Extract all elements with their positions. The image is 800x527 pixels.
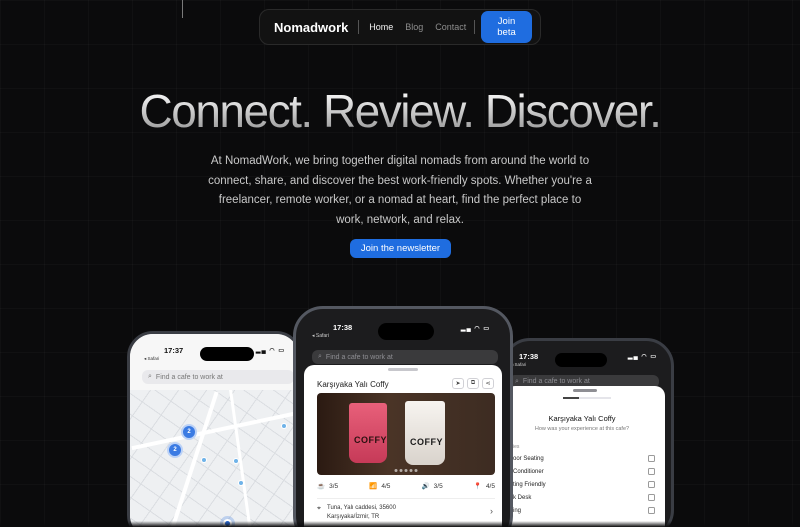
hero-description: At NomadWork, we bring together digital … bbox=[208, 155, 592, 226]
photo-pagination bbox=[394, 469, 418, 472]
search-icon: ⌕ bbox=[148, 373, 152, 380]
cup-white bbox=[405, 401, 445, 465]
cafe-ratings: ☕ 3/5 📶 4/5 🔊 3/5 📍 4/5 bbox=[317, 482, 495, 491]
cup-brand-label: COFFY bbox=[410, 437, 443, 447]
wifi-icon: 📶 bbox=[369, 483, 378, 490]
amenity-checkbox[interactable] bbox=[648, 494, 655, 501]
clock: 17:37 bbox=[164, 346, 184, 355]
phone-cafe-detail-mockup: 17:38 ▂▄ ◠ ▭ ◂ Safari ⌕ Find a cafe to w… bbox=[293, 306, 513, 527]
sound-icon: 🔊 bbox=[421, 483, 430, 490]
rating-noise: 🔊 3/5 bbox=[421, 482, 443, 491]
search-placeholder: Find a cafe to work at bbox=[325, 353, 393, 361]
map-pin-icon: ⌖ bbox=[317, 505, 321, 512]
search-placeholder: Find a cafe to work at bbox=[522, 378, 590, 385]
search-input[interactable]: ⌕ Find a cafe to work at bbox=[312, 350, 498, 364]
cup-red bbox=[349, 403, 387, 463]
cup-brand-label: COFFY bbox=[354, 435, 387, 445]
review-bottom-sheet: Karşıyaka Yalı Coffy How was your experi… bbox=[505, 386, 665, 527]
map-road bbox=[131, 409, 299, 451]
map-pin[interactable] bbox=[238, 480, 244, 486]
signal-icons: ▂▄ ◠ ▭ bbox=[627, 354, 657, 360]
nav-link-contact[interactable]: Contact bbox=[435, 22, 466, 32]
join-beta-button[interactable]: Join beta bbox=[481, 11, 532, 43]
amenity-row[interactable]: ting Friendly bbox=[513, 481, 655, 488]
back-to-safari-link[interactable]: ◂ Safari bbox=[144, 356, 159, 362]
top-navigation: Nomadwork Home Blog Contact Join beta bbox=[259, 9, 541, 45]
navigate-icon[interactable]: ➤ bbox=[452, 378, 464, 389]
join-newsletter-button[interactable]: Join the newsletter bbox=[350, 239, 451, 258]
nav-divider bbox=[358, 20, 360, 34]
amenity-row[interactable]: k Desk bbox=[513, 494, 655, 501]
search-input[interactable]: ⌕ Find a cafe to work at bbox=[142, 370, 294, 384]
cafe-address-row[interactable]: ⌖ Tuna, Yalı caddesi, 35600 Karşıyaka/İz… bbox=[317, 498, 495, 522]
amenity-checkbox[interactable] bbox=[648, 468, 655, 475]
rating-location: 📍 4/5 bbox=[473, 482, 495, 491]
clock: 17:38 bbox=[333, 323, 353, 332]
brand-logo[interactable]: Nomadwork bbox=[274, 20, 348, 35]
rating-coffee: ☕ 3/5 bbox=[317, 482, 339, 491]
cafe-actions: ➤ ⧉ ⋖ bbox=[452, 378, 494, 389]
clock: 17:38 bbox=[519, 352, 539, 361]
cafe-bottom-sheet: Karşıyaka Yalı Coffy ➤ ⧉ ⋖ COFFY COFFY ☕… bbox=[304, 365, 502, 527]
open-external-icon[interactable]: ⧉ bbox=[467, 378, 479, 389]
map-view[interactable]: 2 2 bbox=[130, 388, 299, 527]
share-icon[interactable]: ⋖ bbox=[482, 378, 494, 389]
nav-divider bbox=[474, 20, 476, 34]
sheet-grabber[interactable] bbox=[388, 368, 418, 371]
decorative-line bbox=[182, 0, 183, 18]
map-road bbox=[228, 388, 255, 527]
bottom-fade bbox=[0, 521, 800, 527]
nav-link-home[interactable]: Home bbox=[369, 22, 393, 32]
nav-link-blog[interactable]: Blog bbox=[405, 22, 423, 32]
search-icon: ⌕ bbox=[318, 353, 322, 360]
address-line-1: Tuna, Yalı caddesi, 35600 bbox=[327, 505, 396, 511]
back-to-safari-link[interactable]: ◂ Safari bbox=[312, 333, 329, 339]
signal-icons: ▂▄ ◠ ▭ bbox=[460, 326, 490, 332]
coffee-icon: ☕ bbox=[317, 483, 326, 490]
amenity-checkbox[interactable] bbox=[648, 455, 655, 462]
review-cafe-name: Karşıyaka Yalı Coffy bbox=[548, 414, 616, 423]
map-pin[interactable] bbox=[201, 457, 207, 463]
back-to-safari-link[interactable]: ◂ Safari bbox=[511, 362, 526, 368]
dynamic-island bbox=[378, 323, 434, 340]
map-cluster-marker[interactable]: 2 bbox=[167, 442, 183, 458]
amenity-row[interactable]: ing bbox=[513, 507, 655, 514]
map-road bbox=[165, 391, 219, 527]
amenity-row[interactable]: oor Seating bbox=[513, 455, 655, 462]
phone-review-mockup: 17:38 ▂▄ ◠ ▭ ◂ Safari ⌕ Find a cafe to w… bbox=[502, 338, 674, 527]
amenity-row[interactable]: Conditioner bbox=[513, 468, 655, 475]
dynamic-island bbox=[555, 353, 607, 367]
map-pin[interactable] bbox=[281, 423, 287, 429]
rating-wifi: 📶 4/5 bbox=[369, 482, 391, 491]
cafe-name: Karşıyaka Yalı Coffy bbox=[317, 380, 389, 389]
search-placeholder: Find a cafe to work at bbox=[155, 373, 223, 381]
map-pin[interactable] bbox=[233, 458, 239, 464]
chevron-right-icon: › bbox=[490, 506, 493, 516]
dynamic-island bbox=[200, 347, 254, 361]
status-bar: 17:38 ▂▄ ◠ ▭ bbox=[505, 341, 671, 367]
amenity-checkbox[interactable] bbox=[648, 507, 655, 514]
review-question: How was your experience at this cafe? bbox=[534, 426, 630, 432]
search-icon: ⌕ bbox=[515, 377, 519, 385]
location-icon: 📍 bbox=[473, 483, 482, 490]
review-progress bbox=[563, 397, 611, 399]
signal-icons: ▂▄ ◠ ▭ bbox=[255, 348, 285, 354]
phone-map-mockup: 2 2 17:37 ▂▄ ◠ ▭ ◂ Safari ⌕ Find a cafe … bbox=[127, 331, 302, 527]
status-bar: 17:38 ▂▄ ◠ ▭ bbox=[296, 309, 510, 340]
cafe-photo[interactable]: COFFY COFFY bbox=[317, 393, 495, 475]
sheet-grabber[interactable] bbox=[573, 389, 597, 392]
map-cluster-marker[interactable]: 2 bbox=[181, 424, 197, 440]
amenities-section-label: ies bbox=[513, 444, 520, 450]
amenity-checkbox[interactable] bbox=[648, 481, 655, 488]
hero-title: Connect. Review. Discover. bbox=[0, 84, 800, 138]
